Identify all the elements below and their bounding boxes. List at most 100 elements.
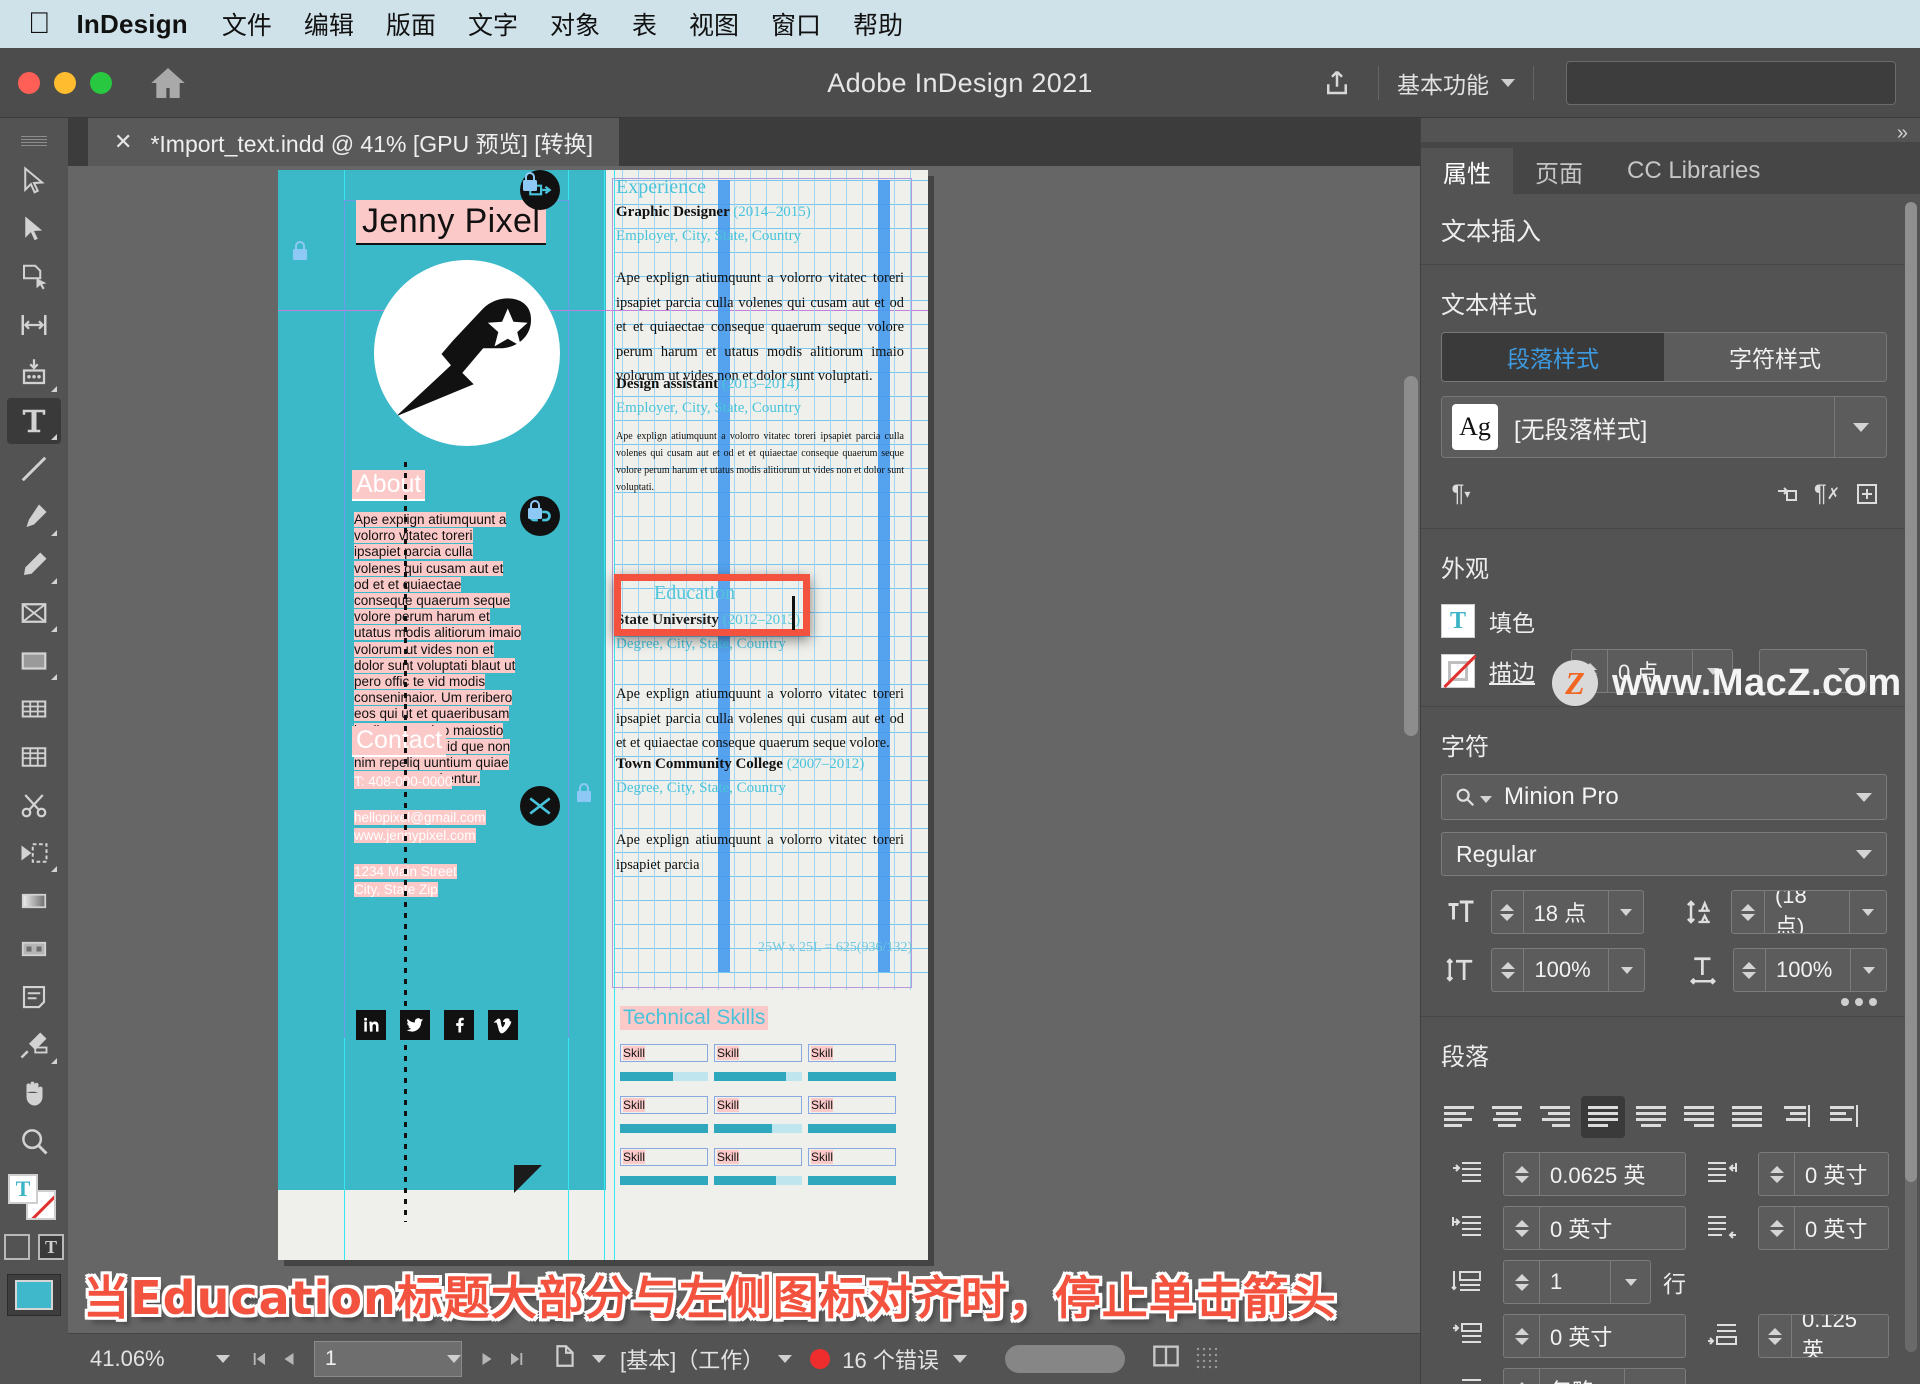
free-transform-tool[interactable] [7,830,61,876]
align-left-button[interactable] [1437,1096,1481,1138]
minimize-window-button[interactable] [54,71,76,94]
skill-label[interactable]: Skill [714,1044,802,1062]
experience-job1-title[interactable]: Graphic Designer (2014–2015) [616,204,811,221]
text-thread-marker[interactable] [520,786,560,826]
error-dropdown-icon[interactable] [952,1355,967,1363]
skill-label[interactable]: Skill [620,1096,708,1114]
stepper-arrows[interactable] [1759,1315,1792,1357]
page-number-field[interactable]: 1 [314,1341,462,1377]
type-tool[interactable] [7,398,61,444]
new-style-icon[interactable] [1847,476,1887,512]
scissors-tool[interactable] [7,782,61,828]
stepper-arrows[interactable] [1504,1261,1540,1303]
vertical-scale-dropdown-icon[interactable] [1608,949,1644,991]
menu-item-layout[interactable]: 版面 [386,6,436,42]
align-away-spine-button[interactable] [1821,1096,1865,1138]
space-after-stepper[interactable]: 0.125 英 [1758,1314,1889,1358]
zoom-tool[interactable] [7,1118,61,1164]
resume-name[interactable]: Jenny Pixel [356,200,547,245]
fill-stroke-swatch[interactable]: T [6,1172,62,1224]
education-school2[interactable]: Town Community College (2007–2012) [616,756,864,773]
experience-job2-body[interactable]: Ape explign atiumquunt a volorro vitatec… [616,428,904,496]
master-page-dropdown-icon[interactable] [778,1355,793,1363]
close-window-button[interactable] [18,71,40,94]
zoom-level[interactable]: 41.06% [90,1346,202,1372]
skill-label[interactable]: Skill [620,1148,708,1166]
master-page-label[interactable]: [基本]（工作） [620,1343,764,1375]
menu-item-table[interactable]: 表 [632,6,657,42]
skill-label[interactable]: Skill [808,1096,896,1114]
paragraph-style-selector[interactable]: Ag [无段落样式] [1441,396,1887,458]
align-center-button[interactable] [1485,1096,1529,1138]
resize-grip[interactable] [1194,1346,1221,1372]
menu-item-file[interactable]: 文件 [222,6,272,42]
document-page[interactable]: Jenny Pixel About Ape explign atiumquunt… [278,170,928,1260]
justify-last-left-button[interactable] [1581,1096,1625,1138]
gradient-swatch-tool[interactable] [7,878,61,924]
leading-stepper[interactable]: (18 点) [1730,890,1887,934]
home-icon[interactable] [148,63,188,103]
leading-dropdown-icon[interactable] [1848,891,1886,933]
apple-logo-icon[interactable]:  [28,9,51,39]
menu-item-type[interactable]: 文字 [468,6,518,42]
skill-label[interactable]: Skill [808,1044,896,1062]
fill-color-swatch-icon[interactable]: T [1441,604,1475,638]
character-styles-button[interactable]: 字符样式 [1664,333,1886,381]
rectangle-tool[interactable] [7,638,61,684]
font-size-dropdown-icon[interactable] [1607,891,1643,933]
drop-cap-lines-stepper[interactable]: 1 [1503,1260,1651,1304]
search-input[interactable] [1566,60,1896,105]
split-layout-icon[interactable] [1151,1342,1181,1376]
education-school2-sub[interactable]: Degree, City, State, Country [616,780,786,797]
first-line-indent-stepper[interactable]: 0.0625 英 [1503,1152,1686,1196]
font-family-selector[interactable]: Minion Pro [1441,774,1887,820]
panel-drag-handle[interactable] [21,136,47,146]
table-tool[interactable] [7,686,61,732]
font-size-stepper[interactable]: 18 点 [1490,890,1644,934]
pencil-tool[interactable] [7,542,61,588]
paragraph-styles-button[interactable]: 段落样式 [1442,333,1664,381]
education-school1-body[interactable]: Ape explign atiumquunt a volorro vitatec… [616,682,904,756]
stepper-arrows[interactable] [1504,1153,1540,1195]
stepper-arrows[interactable] [1759,1153,1795,1195]
page-dropdown-icon[interactable] [447,1355,461,1363]
experience-job1-employer[interactable]: Employer, City, State, Country [616,228,801,245]
content-collector-tool[interactable] [7,350,61,396]
tab-properties[interactable]: 属性 [1421,148,1513,194]
page-tool[interactable] [7,254,61,300]
skill-label[interactable]: Skill [620,1044,708,1062]
direct-selection-tool[interactable] [7,206,61,252]
align-right-button[interactable] [1533,1096,1577,1138]
contact-heading[interactable]: Contact [352,726,447,757]
first-page-button[interactable] [244,1344,274,1374]
vertical-scale-stepper[interactable]: 100% [1491,948,1646,992]
font-style-selector[interactable]: Regular [1441,832,1887,876]
menu-item-view[interactable]: 视图 [689,6,739,42]
resume-main-column[interactable]: Experience Graphic Designer (2014–2015) … [612,170,928,1260]
stepper-arrows[interactable] [1732,891,1765,933]
eyedropper-tool[interactable] [7,1022,61,1068]
menu-item-object[interactable]: 对象 [550,6,600,42]
stepper-arrows[interactable] [1504,1315,1540,1357]
master-dropdown-icon[interactable] [592,1355,606,1363]
drop-cap-dropdown-icon[interactable] [1610,1261,1650,1303]
previous-page-button[interactable] [274,1344,304,1374]
stepper-arrows[interactable] [1504,1207,1540,1249]
menu-item-window[interactable]: 窗口 [771,6,821,42]
stepper-arrows[interactable] [1492,949,1525,991]
experience-job2-title[interactable]: Design assistant (2013–2014) [616,376,799,393]
education-tail-body[interactable]: Ape explign atiumquunt a volorro vitatec… [616,828,904,877]
column-tool[interactable] [7,734,61,780]
line-tool[interactable] [7,446,61,492]
baseline-grid-selector[interactable]: 忽略 [1503,1368,1686,1384]
stroke-color-swatch-icon[interactable] [1441,654,1475,688]
apply-color-button[interactable] [4,1234,30,1260]
font-style-dropdown-icon[interactable] [1842,833,1886,875]
clear-overrides-icon[interactable]: ¶ ✗ [1807,476,1847,512]
gradient-feather-tool[interactable] [7,926,61,972]
about-heading[interactable]: About [352,470,426,501]
skill-label[interactable]: Skill [808,1148,896,1166]
redefine-style-icon[interactable] [1767,476,1807,512]
paragraph-mark-icon[interactable]: ¶ ▾ [1441,476,1481,512]
workspace-selector[interactable]: 基本功能 [1397,66,1515,100]
